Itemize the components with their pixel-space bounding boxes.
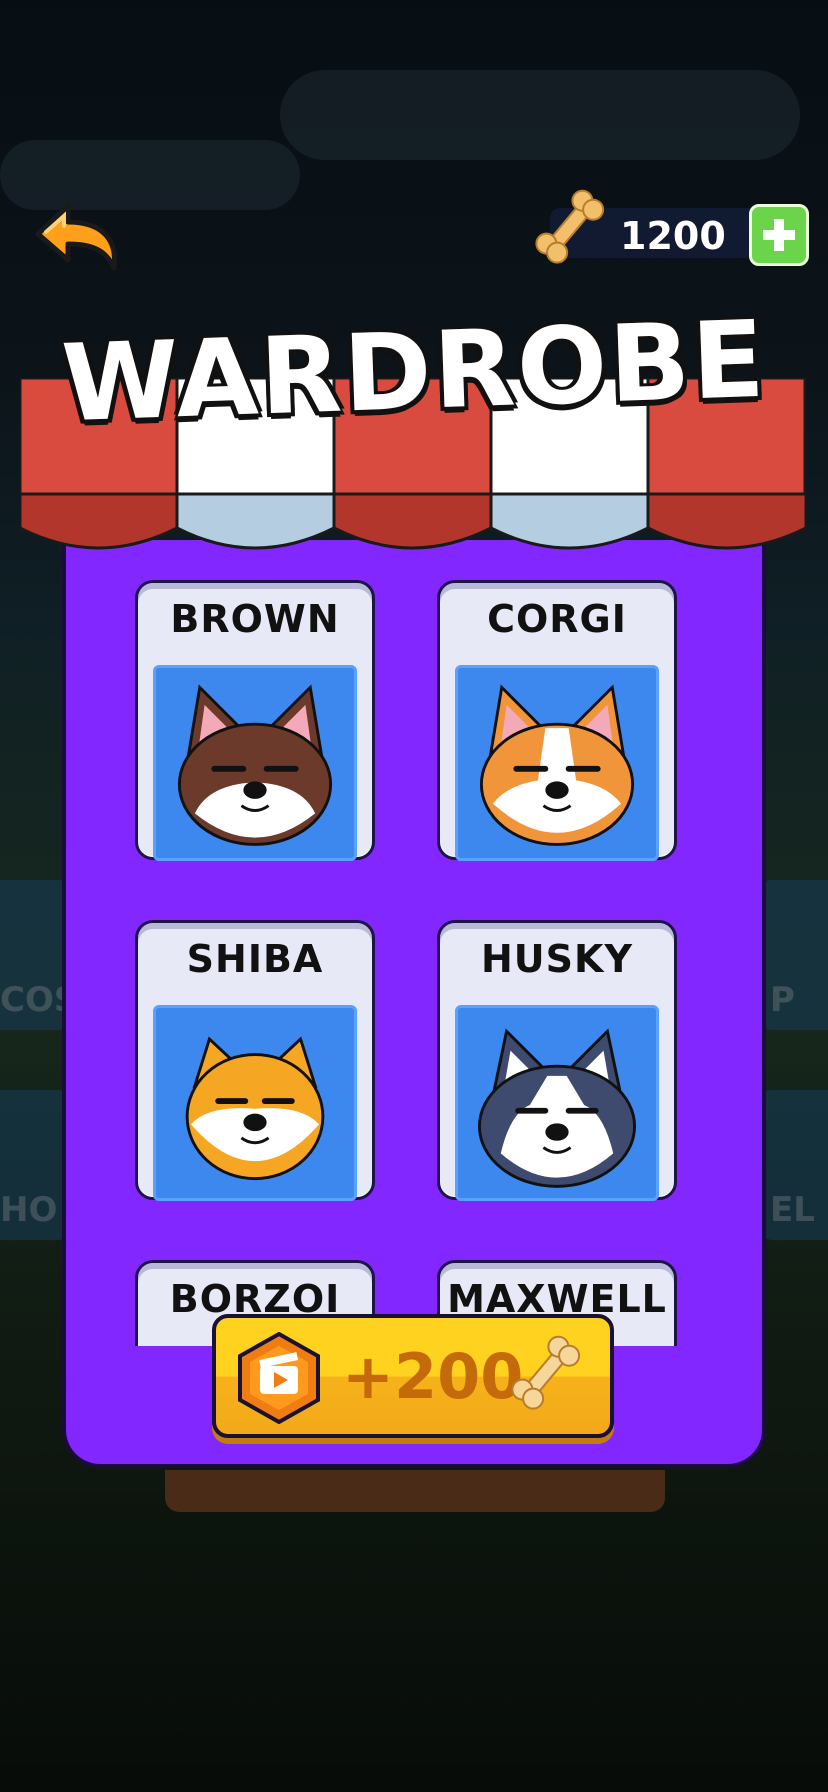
shiba-dog-icon [185,1036,325,1181]
bone-icon [535,189,604,264]
plus-icon [763,219,795,251]
currency-display: 1200 [535,186,815,276]
wardrobe-item-corgi[interactable]: CORGI [437,580,677,861]
item-label: HUSKY [481,937,633,981]
item-label: SHIBA [186,937,324,981]
add-currency-button[interactable] [749,204,809,266]
watch-ad-reward-button[interactable]: +200 [212,1314,614,1438]
item-portrait [153,1005,357,1201]
item-portrait [153,665,357,861]
wardrobe-item-shiba[interactable]: SHIBA [135,920,375,1201]
currency-value: 1200 [620,214,726,258]
item-label: BROWN [170,597,340,641]
bone-icon [511,1335,580,1410]
wardrobe-item-husky[interactable]: HUSKY [437,920,677,1201]
back-arrow-icon [35,203,117,271]
corgi-dog-icon [479,684,635,846]
reward-amount: +200 [342,1340,524,1413]
item-portrait [455,665,659,861]
table-edge [165,1470,665,1512]
item-label: CORGI [487,597,627,641]
brown-dog-icon [177,684,333,846]
wardrobe-grid[interactable]: BROWN CORGI SHIBA HUSKY BORZOI MAXWELL [62,560,766,1346]
item-portrait [455,1005,659,1201]
husky-dog-icon [477,1028,637,1188]
video-ad-icon [238,1332,320,1424]
wardrobe-item-brown[interactable]: BROWN [135,580,375,861]
back-button[interactable] [28,196,124,278]
